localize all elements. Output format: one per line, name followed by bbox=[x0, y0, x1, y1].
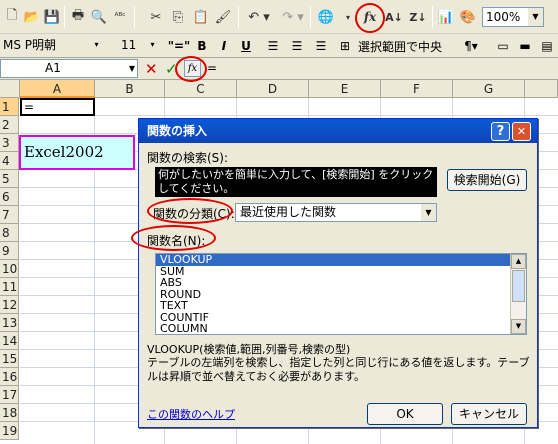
list-scrollbar[interactable]: ▲ ▼ bbox=[510, 254, 526, 334]
search-button[interactable]: 検索開始(G) bbox=[447, 169, 527, 191]
row-header-18[interactable]: 18 bbox=[0, 404, 19, 422]
undo-icon[interactable]: ↶ ▾ bbox=[244, 7, 274, 27]
col-header-f[interactable]: F bbox=[381, 80, 453, 98]
help-link[interactable]: この関数のヘルプ bbox=[147, 406, 235, 422]
align-center-icon[interactable]: ☰ bbox=[288, 37, 306, 55]
align-left-icon[interactable]: ☰ bbox=[264, 37, 282, 55]
scroll-up-icon[interactable]: ▲ bbox=[511, 254, 526, 269]
fill-icon[interactable]: ▬ bbox=[516, 37, 534, 55]
list-item[interactable]: COUNTIF bbox=[156, 311, 526, 324]
row-header-4[interactable]: 4 bbox=[0, 152, 19, 170]
font-name-select[interactable]: MS P明朝 ▾ bbox=[0, 36, 104, 56]
row-header-17[interactable]: 17 bbox=[0, 386, 19, 404]
col-header-b[interactable]: B bbox=[95, 80, 165, 98]
dialog-title: 関数の挿入 bbox=[139, 119, 537, 143]
annotation-textbox[interactable]: Excel2002 bbox=[19, 135, 135, 170]
row-header-19[interactable]: 19 bbox=[0, 422, 19, 440]
paste-icon[interactable]: 📋 bbox=[191, 7, 211, 27]
sort-asc-icon[interactable]: A↓ bbox=[384, 7, 404, 27]
merge-center-button[interactable]: 選択範囲で中央 bbox=[358, 37, 448, 55]
row-header-9[interactable]: 9 bbox=[0, 242, 19, 260]
drawing-icon[interactable]: 🎨 bbox=[458, 7, 478, 27]
row-header-10[interactable]: 10 bbox=[0, 260, 19, 278]
bold-button[interactable]: B bbox=[194, 37, 210, 55]
border-icon[interactable]: ▭ bbox=[494, 37, 512, 55]
col-header-d[interactable]: D bbox=[237, 80, 309, 98]
list-item[interactable]: ABS bbox=[156, 277, 526, 289]
highlight-circle bbox=[147, 198, 233, 224]
font-color-icon[interactable]: ▤ bbox=[538, 37, 556, 55]
row-header-14[interactable]: 14 bbox=[0, 332, 19, 350]
col-header-g[interactable]: G bbox=[453, 80, 525, 98]
highlight-circle bbox=[355, 3, 385, 33]
row-header-13[interactable]: 13 bbox=[0, 314, 19, 332]
chevron-down-icon[interactable]: ▼ bbox=[421, 204, 436, 221]
cancel-button[interactable]: キャンセル bbox=[451, 403, 527, 425]
function-description: テーブルの左端列を検索し、指定した列と同じ行にある値を返します。テーブルは昇順で… bbox=[147, 356, 530, 383]
redo-icon[interactable]: ↷ ▾ bbox=[278, 7, 308, 27]
cell-a1[interactable]: = bbox=[20, 98, 95, 116]
font-size-select[interactable]: 11 ▾ bbox=[118, 36, 160, 56]
row-header-8[interactable]: 8 bbox=[0, 224, 19, 242]
italic-button[interactable]: I bbox=[216, 37, 232, 55]
scroll-down-icon[interactable]: ▼ bbox=[511, 319, 526, 334]
standard-toolbar: 🗋 📂 💾 🖶 🔍 ᴬᴮᶜ ✂ ⎘ 📋 🖌 ↶ ▾ ↷ ▾ 🌐 ▾ fx A↓ … bbox=[0, 0, 558, 34]
insert-function-dialog: 関数の挿入 ? ✕ 関数の検索(S): 何がしたいかを簡単に入力して、[検索開始… bbox=[138, 118, 538, 428]
row-header-11[interactable]: 11 bbox=[0, 278, 19, 296]
row-header-6[interactable]: 6 bbox=[0, 188, 19, 206]
spell-icon[interactable]: ᴬᴮᶜ bbox=[110, 7, 130, 27]
cut-icon[interactable]: ✂ bbox=[146, 7, 166, 27]
col-header-h[interactable] bbox=[525, 80, 558, 98]
chart-icon[interactable]: 📊 bbox=[436, 7, 456, 27]
quote-icon[interactable]: "=" bbox=[168, 37, 191, 55]
close-icon[interactable]: ✕ bbox=[512, 122, 531, 141]
select-all-corner[interactable] bbox=[0, 80, 20, 98]
align-right-icon[interactable]: ☰ bbox=[312, 37, 330, 55]
highlight-circle bbox=[175, 56, 207, 82]
search-label: 関数の検索(S): bbox=[147, 151, 229, 165]
formula-content[interactable]: = bbox=[207, 61, 217, 75]
help-icon[interactable]: ? bbox=[491, 122, 510, 141]
row-header-15[interactable]: 15 bbox=[0, 350, 19, 368]
row-header-2[interactable]: 2 bbox=[0, 116, 19, 134]
ok-button[interactable]: OK bbox=[367, 403, 443, 425]
list-item[interactable]: TEXT bbox=[156, 300, 526, 312]
format-painter-icon[interactable]: 🖌 bbox=[213, 7, 233, 27]
hyperlink-icon[interactable]: 🌐 bbox=[316, 7, 336, 27]
row-header-16[interactable]: 16 bbox=[0, 368, 19, 386]
row-header-5[interactable]: 5 bbox=[0, 170, 19, 188]
print-icon[interactable]: 🖶 bbox=[68, 7, 88, 27]
name-box[interactable]: A1 ▼ bbox=[0, 59, 138, 78]
row-header-3[interactable]: 3 bbox=[0, 134, 19, 152]
row-header-12[interactable]: 12 bbox=[0, 296, 19, 314]
zoom-select[interactable]: 100% ▼ bbox=[482, 7, 544, 27]
list-item[interactable]: SUM bbox=[156, 265, 526, 278]
highlight-circle bbox=[131, 225, 216, 251]
function-list[interactable]: VLOOKUP SUM ABS ROUND TEXT COUNTIF COLUM… bbox=[155, 253, 527, 335]
merge-icon[interactable]: ⊞ bbox=[336, 37, 354, 55]
copy-icon[interactable]: ⎘ bbox=[168, 7, 188, 27]
list-item[interactable]: ROUND bbox=[156, 288, 526, 301]
list-item[interactable]: COLUMN bbox=[156, 323, 526, 334]
list-item[interactable]: VLOOKUP bbox=[156, 254, 526, 266]
save-icon[interactable]: 💾 bbox=[42, 7, 62, 27]
sort-desc-icon[interactable]: Z↓ bbox=[408, 7, 428, 27]
new-icon[interactable]: 🗋 bbox=[2, 7, 22, 27]
row-header-7[interactable]: 7 bbox=[0, 206, 19, 224]
col-header-c[interactable]: C bbox=[165, 80, 237, 98]
col-header-a[interactable]: A bbox=[20, 80, 95, 98]
open-icon[interactable]: 📂 bbox=[22, 7, 42, 27]
cancel-icon[interactable]: ✕ bbox=[145, 60, 158, 78]
preview-icon[interactable]: 🔍 bbox=[89, 7, 109, 27]
search-input[interactable]: 何がしたいかを簡単に入力して、[検索開始] をクリックしてください。 bbox=[155, 167, 437, 197]
col-header-e[interactable]: E bbox=[309, 80, 381, 98]
function-signature: VLOOKUP(検索値,範囲,列番号,検索の型) bbox=[147, 343, 351, 356]
scroll-thumb[interactable] bbox=[512, 270, 525, 302]
row-header-1[interactable]: 1 bbox=[0, 98, 19, 116]
formula-bar: A1 ▼ ✕ ✓ fx = bbox=[0, 58, 558, 80]
format-toolbar: MS P明朝 ▾ 11 ▾ "=" B I U ☰ ☰ ☰ ⊞ 選択範囲で中央 ¶▾… bbox=[0, 34, 558, 58]
category-select[interactable]: 最近使用した関数 ▼ bbox=[235, 203, 437, 222]
underline-button[interactable]: U bbox=[238, 37, 254, 55]
indent-icon[interactable]: ¶▾ bbox=[458, 37, 484, 55]
